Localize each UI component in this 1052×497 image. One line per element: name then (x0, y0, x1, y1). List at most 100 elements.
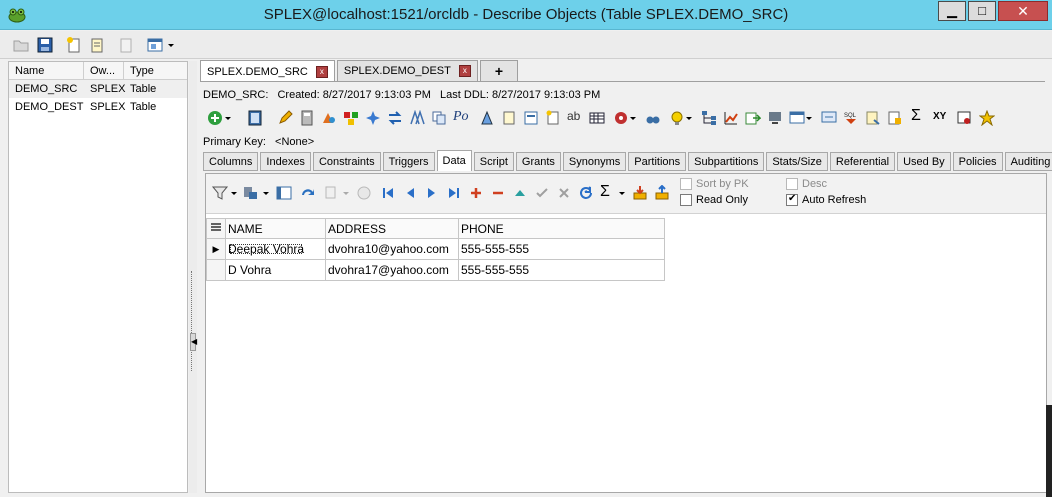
tab-triggers[interactable]: Triggers (382, 152, 435, 171)
auto-refresh-checkbox[interactable] (786, 193, 798, 206)
tab-referential[interactable]: Referential (829, 152, 896, 171)
insert-record-icon[interactable] (468, 185, 484, 201)
sql-icon[interactable]: SQL (843, 110, 859, 126)
tab-grants[interactable]: Grants (515, 152, 561, 171)
grid-menu-icon[interactable] (206, 218, 226, 239)
network-icon[interactable] (767, 110, 783, 126)
next-record-icon[interactable] (424, 185, 440, 201)
record-icon[interactable] (613, 110, 629, 126)
export-icon[interactable] (745, 110, 761, 126)
chevron-down-icon[interactable] (805, 110, 813, 126)
tab-data[interactable]: Data (436, 150, 472, 171)
document-icon[interactable] (88, 36, 106, 54)
lightbulb-icon[interactable] (669, 110, 685, 126)
hierarchy-icon[interactable] (701, 110, 717, 126)
panel-icon[interactable] (247, 110, 263, 126)
add-icon[interactable] (207, 110, 223, 126)
object-list-item[interactable]: DEMO_SRC SPLEX Table (9, 80, 187, 98)
new-document-icon[interactable] (65, 36, 83, 54)
new-page-icon[interactable] (545, 110, 561, 126)
tab-policies[interactable]: Policies (952, 152, 1003, 171)
cell-address[interactable]: dvohra17@yahoo.com (325, 259, 459, 281)
column-header-owner[interactable]: Ow... (84, 62, 124, 79)
grid-view-icon[interactable] (276, 185, 292, 201)
database-icon[interactable] (242, 185, 258, 201)
first-record-icon[interactable] (380, 185, 396, 201)
shapes-icon[interactable] (321, 110, 337, 126)
monitor-icon[interactable] (821, 110, 837, 126)
add-tab-button[interactable]: + (479, 60, 519, 81)
maximize-button[interactable]: □ (968, 1, 996, 21)
last-record-icon[interactable] (446, 185, 462, 201)
po-icon[interactable]: Po (453, 109, 475, 125)
close-tab-icon[interactable]: x (458, 65, 471, 77)
close-tab-icon[interactable]: x (315, 65, 328, 78)
chevron-down-icon[interactable] (629, 110, 637, 126)
cell-name[interactable]: D Vohra (225, 259, 326, 281)
panel-splitter[interactable]: ◀ (189, 61, 197, 493)
tab-constraints[interactable]: Constraints (312, 152, 381, 171)
doc-tab-demo-src[interactable]: SPLEX.DEMO_SRC x (200, 60, 335, 82)
cell-phone[interactable]: 555-555-555 (458, 259, 665, 281)
close-button[interactable]: ✕ (998, 1, 1048, 21)
copy-icon[interactable] (431, 110, 447, 126)
chevron-down-icon[interactable] (262, 185, 270, 201)
auto-refresh-option[interactable]: Auto Refresh (786, 193, 866, 206)
compare-window-icon[interactable] (789, 110, 805, 126)
table-row[interactable]: D Vohra dvohra17@yahoo.com 555-555-555 (206, 259, 665, 281)
binoculars-icon[interactable] (645, 110, 661, 126)
chevron-down-icon[interactable] (230, 185, 238, 201)
triangle-icon[interactable] (479, 110, 495, 126)
filter-icon[interactable] (212, 185, 228, 201)
read-only-checkbox[interactable] (680, 194, 692, 206)
pencil-icon[interactable] (277, 110, 293, 126)
collapse-arrow-icon[interactable]: ◀ (190, 333, 197, 351)
cell-address[interactable]: dvohra10@yahoo.com (325, 238, 459, 260)
zoom-window-icon[interactable] (957, 110, 973, 126)
cubes-icon[interactable] (343, 110, 359, 126)
column-header-name[interactable]: Name (9, 62, 84, 79)
calculator-icon[interactable] (299, 110, 315, 126)
chevron-down-icon[interactable] (224, 110, 232, 126)
import-icon[interactable] (632, 185, 648, 201)
tab-used-by[interactable]: Used By (897, 152, 951, 171)
tab-auditing[interactable]: Auditing (1004, 152, 1052, 171)
tab-columns[interactable]: Columns (203, 152, 259, 171)
doc-tab-demo-dest[interactable]: SPLEX.DEMO_DEST x (336, 60, 478, 81)
tab-partitions[interactable]: Partitions (628, 152, 687, 171)
star-icon[interactable] (979, 110, 995, 126)
table-row[interactable]: ▶ Deepak Vohra dvohra10@yahoo.com 555-55… (206, 238, 665, 260)
column-header-name[interactable]: NAME (225, 218, 326, 239)
chevron-down-icon[interactable] (618, 185, 626, 201)
chevron-down-icon[interactable] (685, 110, 693, 126)
tab-stats-size[interactable]: Stats/Size (766, 152, 828, 171)
prior-record-icon[interactable] (402, 185, 418, 201)
delete-record-icon[interactable] (490, 185, 506, 201)
column-header-phone[interactable]: PHONE (458, 218, 665, 239)
redo-icon[interactable] (300, 185, 316, 201)
xy-icon[interactable]: XY (933, 111, 955, 127)
chevron-down-icon[interactable] (166, 36, 176, 54)
tab-subpartitions[interactable]: Subpartitions (688, 152, 765, 171)
form-icon[interactable] (523, 110, 539, 126)
ab-icon[interactable]: ab (567, 109, 587, 125)
save-icon[interactable] (36, 36, 54, 54)
transfer-icon[interactable] (387, 110, 403, 126)
chart-icon[interactable] (723, 110, 739, 126)
cell-name[interactable]: Deepak Vohra (225, 238, 326, 260)
cell-phone[interactable]: 555-555-555 (458, 238, 665, 260)
report-icon[interactable] (887, 110, 903, 126)
object-list-item[interactable]: DEMO_DEST SPLEX Table (9, 98, 187, 116)
read-only-option[interactable]: Read Only (680, 194, 748, 206)
compare-icon[interactable] (409, 110, 425, 126)
tab-synonyms[interactable]: Synonyms (562, 152, 627, 171)
minimize-button[interactable]: ▁ (938, 1, 966, 21)
refresh-icon[interactable] (578, 185, 594, 201)
sum-icon[interactable]: Σ (911, 107, 927, 124)
tab-indexes[interactable]: Indexes (260, 152, 311, 171)
column-header-address[interactable]: ADDRESS (325, 218, 459, 239)
table-grid-icon[interactable] (589, 110, 605, 126)
note-icon[interactable] (501, 110, 517, 126)
disabled-document-icon[interactable] (117, 36, 135, 54)
sum-icon[interactable]: Σ (600, 183, 616, 200)
